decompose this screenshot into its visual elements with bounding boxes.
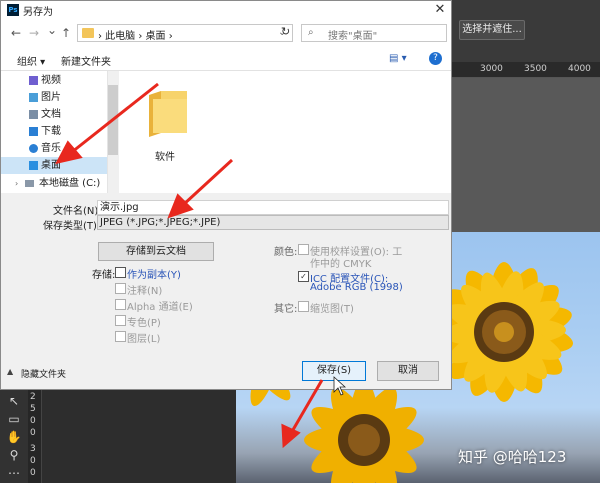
annotation-overlay (55, 82, 347, 449)
annotation-arrow (181, 158, 234, 207)
annotation-arrowhead (281, 423, 301, 449)
annotation-arrow (288, 379, 324, 436)
annotation-arrow (71, 82, 159, 154)
annotation-arrowhead (55, 140, 83, 165)
mouse-cursor-icon (333, 376, 347, 396)
